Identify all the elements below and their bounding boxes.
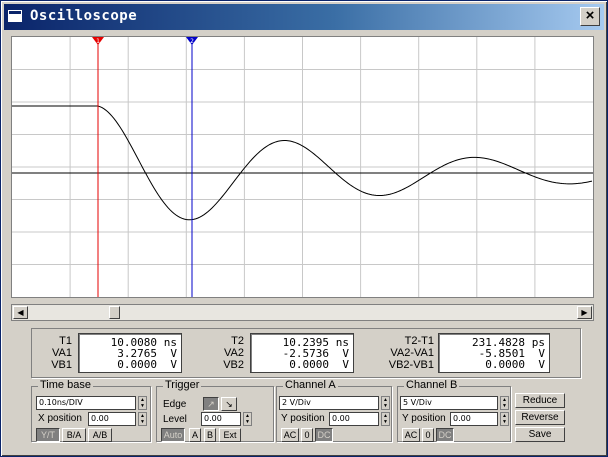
title-bar[interactable]: Oscilloscope ×: [4, 4, 604, 30]
scroll-left-button[interactable]: ◀: [13, 306, 28, 319]
channel-b-dc-button[interactable]: DC: [436, 428, 454, 442]
trigger-auto-button[interactable]: Auto: [161, 428, 185, 442]
save-button[interactable]: Save: [515, 427, 565, 442]
scope-display: 1 2: [12, 37, 593, 297]
dvb-label: VB2-VB1: [388, 359, 434, 371]
vb1-label: VB1: [51, 359, 72, 371]
trigger-b-button[interactable]: B: [204, 428, 216, 442]
rising-edge-button[interactable]: ↗: [203, 397, 219, 411]
channel-a-scale-spinner[interactable]: ▲ ▼: [381, 396, 390, 410]
difference-readout: 231.4828 ps -5.8501 V 0.0000 V: [438, 333, 550, 373]
time-scrollbar[interactable]: ◀ ▶: [11, 304, 594, 321]
trigger-group: Trigger Edge ↗ ↘ Level 0.00 ▲ ▼ Auto A B …: [156, 379, 274, 442]
channel-a-ypos-field[interactable]: 0.00: [329, 412, 379, 426]
x-position-field[interactable]: 0.00: [88, 412, 136, 426]
channel-b-title: Channel B: [404, 379, 460, 391]
vb2-label: VB2: [223, 359, 244, 371]
dva-label: VA2-VA1: [390, 347, 434, 359]
channel-a-zero-button[interactable]: 0: [301, 428, 313, 442]
va1-label: VA1: [52, 347, 72, 359]
channel-a-ac-button[interactable]: AC: [281, 428, 299, 442]
reduce-button[interactable]: Reduce: [515, 393, 565, 408]
window-title: Oscilloscope: [30, 8, 138, 24]
channel-b-ypos-field[interactable]: 0.00: [450, 412, 498, 426]
va2-label: VA2: [224, 347, 244, 359]
dvb-value: 0.0000: [485, 358, 525, 371]
scope-screen[interactable]: 1 2: [11, 36, 594, 298]
vb2-unit: V: [342, 358, 349, 371]
dt-label: T2-T1: [404, 335, 434, 347]
grid: [12, 37, 593, 297]
t2-label: T2: [231, 335, 244, 347]
trigger-level-field[interactable]: 0.00: [201, 412, 241, 426]
t1-label: T1: [59, 335, 72, 347]
vb1-value: 0.0000: [117, 358, 157, 371]
channel-b-group: Channel B 5 V/Div ▲ ▼ Y position 0.00 ▲ ▼ …: [397, 379, 511, 442]
ab-mode-button[interactable]: A/B: [88, 428, 112, 442]
scroll-thumb[interactable]: [109, 306, 120, 319]
x-position-label: X position: [38, 413, 82, 424]
channel-a-title: Channel A: [283, 379, 338, 391]
channel-b-ypos-label: Y position: [402, 413, 446, 424]
window-icon: [8, 10, 22, 22]
channel-a-dc-button[interactable]: DC: [315, 428, 333, 442]
cursor-1-label: 1: [96, 38, 100, 45]
channel-b-zero-button[interactable]: 0: [422, 428, 434, 442]
level-label: Level: [163, 414, 187, 425]
channel-a-group: Channel A 2 V/Div ▲ ▼ Y position 0.00 ▲ ▼ …: [276, 379, 392, 442]
edge-label: Edge: [163, 399, 187, 410]
channel-b-ypos-spinner[interactable]: ▲ ▼: [500, 412, 509, 426]
close-button[interactable]: ×: [580, 7, 600, 26]
time-base-scale-field[interactable]: 0.10ns/DIV: [36, 396, 136, 410]
cursor-2-label: 2: [190, 38, 194, 45]
channel-b-scale-field[interactable]: 5 V/Div: [400, 396, 498, 410]
falling-edge-button[interactable]: ↘: [221, 397, 237, 411]
trigger-a-button[interactable]: A: [189, 428, 201, 442]
oscilloscope-window: Oscilloscope × 1 2 ◀ ▶ T1 VA1 VB1 10.008…: [0, 0, 608, 457]
trigger-title: Trigger: [163, 379, 202, 391]
reverse-button[interactable]: Reverse: [515, 410, 565, 425]
time-base-title: Time base: [38, 379, 93, 391]
yt-mode-button[interactable]: Y/T: [36, 428, 60, 442]
scroll-right-button[interactable]: ▶: [577, 306, 592, 319]
channel-b-scale-spinner[interactable]: ▲ ▼: [500, 396, 509, 410]
ba-mode-button[interactable]: B/A: [62, 428, 86, 442]
time-base-group: Time base 0.10ns/DIV ▲ ▼ X position 0.00 …: [31, 379, 151, 442]
dvb-unit: V: [538, 358, 545, 371]
channel-a-ypos-spinner[interactable]: ▲ ▼: [381, 412, 390, 426]
trigger-ext-button[interactable]: Ext: [219, 428, 241, 442]
time-base-spinner[interactable]: ▲ ▼: [138, 396, 147, 410]
cursor-readout-panel: T1 VA1 VB1 10.0080 ns 3.2765 V 0.0000 V T2 …: [31, 328, 581, 378]
trigger-level-spinner[interactable]: ▲ ▼: [243, 412, 252, 426]
channel-a-ypos-label: Y position: [281, 413, 325, 424]
cursor-1-readout: 10.0080 ns 3.2765 V 0.0000 V: [78, 333, 182, 373]
vb2-value: 0.0000: [289, 358, 329, 371]
x-position-spinner[interactable]: ▲ ▼: [138, 412, 147, 426]
vb1-unit: V: [170, 358, 177, 371]
cursor-2-readout: 10.2395 ns -2.5736 V 0.0000 V: [250, 333, 354, 373]
channel-a-scale-field[interactable]: 2 V/Div: [279, 396, 379, 410]
channel-b-ac-button[interactable]: AC: [402, 428, 420, 442]
